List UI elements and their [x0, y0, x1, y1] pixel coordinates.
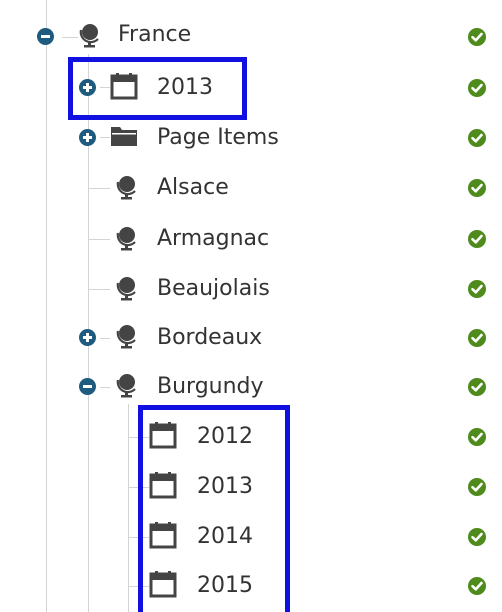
check-icon [468, 329, 486, 347]
tree-node-label[interactable]: France [118, 21, 191, 49]
globe-icon [113, 174, 139, 200]
calendar-icon [149, 521, 177, 549]
check-icon [468, 129, 486, 147]
tree-node-page-items[interactable]: Page Items [0, 120, 502, 156]
tree-node-2014[interactable]: 2014 [0, 519, 502, 555]
tree-view: France 2013 Page Items Alsace Armagnac B… [0, 0, 502, 612]
expand-toggle-icon[interactable] [79, 129, 96, 146]
check-icon [468, 478, 486, 496]
tree-node-label[interactable]: 2015 [197, 572, 253, 600]
folder-icon [110, 124, 137, 150]
globe-icon [76, 22, 102, 48]
calendar-icon [110, 72, 138, 100]
globe-icon [113, 323, 139, 349]
check-icon [468, 230, 486, 248]
tree-node-burgundy[interactable]: Burgundy [0, 369, 502, 405]
calendar-icon [149, 421, 177, 449]
collapse-toggle-icon[interactable] [79, 378, 96, 395]
tree-node-label[interactable]: Alsace [157, 174, 229, 202]
tree-node-label[interactable]: 2013 [197, 473, 253, 501]
globe-icon [113, 225, 139, 251]
check-icon [468, 280, 486, 298]
tree-node-beaujolais[interactable]: Beaujolais [0, 271, 502, 307]
tree-node-alsace[interactable]: Alsace [0, 170, 502, 206]
tree-node-label[interactable]: 2012 [197, 423, 253, 451]
globe-icon [113, 275, 139, 301]
check-icon [468, 28, 486, 46]
tree-node-bordeaux[interactable]: Bordeaux [0, 320, 502, 356]
tree-node-label[interactable]: Beaujolais [157, 275, 270, 303]
check-icon [468, 577, 486, 595]
expand-toggle-icon[interactable] [79, 329, 96, 346]
tree-node-label[interactable]: Burgundy [157, 373, 264, 401]
globe-icon [113, 372, 139, 398]
expand-toggle-icon[interactable] [79, 79, 96, 96]
tree-node-armagnac[interactable]: Armagnac [0, 221, 502, 257]
tree-node-2015[interactable]: 2015 [0, 568, 502, 604]
tree-node-2013-burgundy[interactable]: 2013 [0, 469, 502, 505]
calendar-icon [149, 471, 177, 499]
tree-node-france[interactable]: France [0, 19, 502, 55]
tree-node-label[interactable]: 2014 [197, 523, 253, 551]
check-icon [468, 528, 486, 546]
tree-node-label[interactable]: Page Items [157, 124, 279, 152]
check-icon [468, 378, 486, 396]
tree-node-2013[interactable]: 2013 [0, 70, 502, 106]
tree-node-label[interactable]: 2013 [157, 74, 213, 102]
tree-node-label[interactable]: Armagnac [157, 225, 269, 253]
collapse-toggle-icon[interactable] [37, 28, 54, 45]
check-icon [468, 179, 486, 197]
tree-node-2012[interactable]: 2012 [0, 419, 502, 455]
check-icon [468, 428, 486, 446]
tree-node-label[interactable]: Bordeaux [157, 324, 262, 352]
calendar-icon [149, 570, 177, 598]
check-icon [468, 79, 486, 97]
